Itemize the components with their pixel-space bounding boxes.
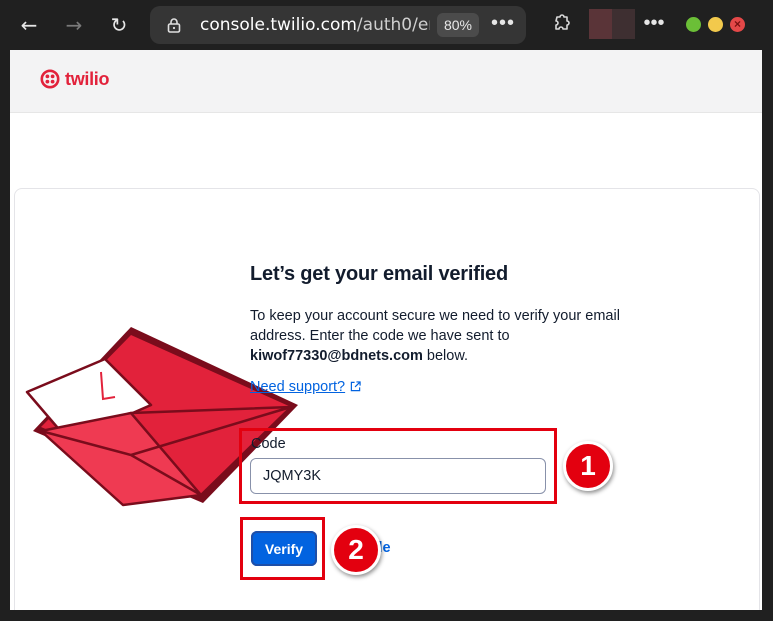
desc-text-1: To keep your account secure we need to v…	[250, 308, 620, 344]
refresh-icon[interactable]: ↻	[105, 11, 133, 39]
support-link[interactable]: Need support?	[250, 379, 361, 395]
url-host: console.twilio.com	[200, 15, 357, 35]
external-link-icon	[350, 381, 361, 392]
window-edge	[762, 50, 773, 610]
verify-description: To keep your account secure we need to v…	[250, 306, 650, 366]
url-text[interactable]: console.twilio.com/auth0/ema	[200, 15, 430, 37]
page-content: twilio Let’s get your email verified To …	[10, 50, 772, 610]
desc-text-2: below.	[422, 348, 469, 364]
close-button[interactable]: ×	[730, 17, 745, 32]
url-path: /auth0/ema	[356, 15, 430, 35]
annotation-box-code	[239, 428, 557, 504]
maximize-button[interactable]	[708, 17, 723, 32]
email-address: kiwof77330@bdnets.com	[250, 348, 423, 364]
zoom-indicator[interactable]: 80%	[437, 13, 479, 37]
logo-text: twilio	[65, 68, 110, 89]
annotation-step-1: 1	[563, 441, 613, 491]
minimize-button[interactable]	[686, 17, 701, 32]
menu-icon[interactable]: •••	[640, 10, 668, 38]
annotation-box-verify	[240, 517, 325, 580]
window-bottom-edge	[0, 610, 773, 621]
page-title: Let’s get your email verified	[250, 263, 508, 285]
site-header: twilio	[10, 50, 772, 113]
back-arrow-icon[interactable]: ←	[15, 11, 43, 39]
forward-arrow-icon[interactable]: →	[60, 11, 88, 39]
support-link-label: Need support?	[250, 379, 346, 395]
twilio-logo-icon	[40, 69, 60, 89]
address-bar[interactable]: console.twilio.com/auth0/ema 80% •••	[150, 6, 526, 44]
lock-icon[interactable]	[166, 17, 182, 33]
profile-avatar[interactable]	[589, 9, 635, 39]
annotation-step-2: 2	[331, 525, 381, 575]
extensions-icon[interactable]	[546, 11, 574, 39]
browser-toolbar: ← → ↻ console.twilio.com/auth0/ema 80% •…	[0, 0, 773, 50]
twilio-logo[interactable]: twilio	[40, 67, 110, 91]
more-icon[interactable]: •••	[489, 9, 517, 39]
